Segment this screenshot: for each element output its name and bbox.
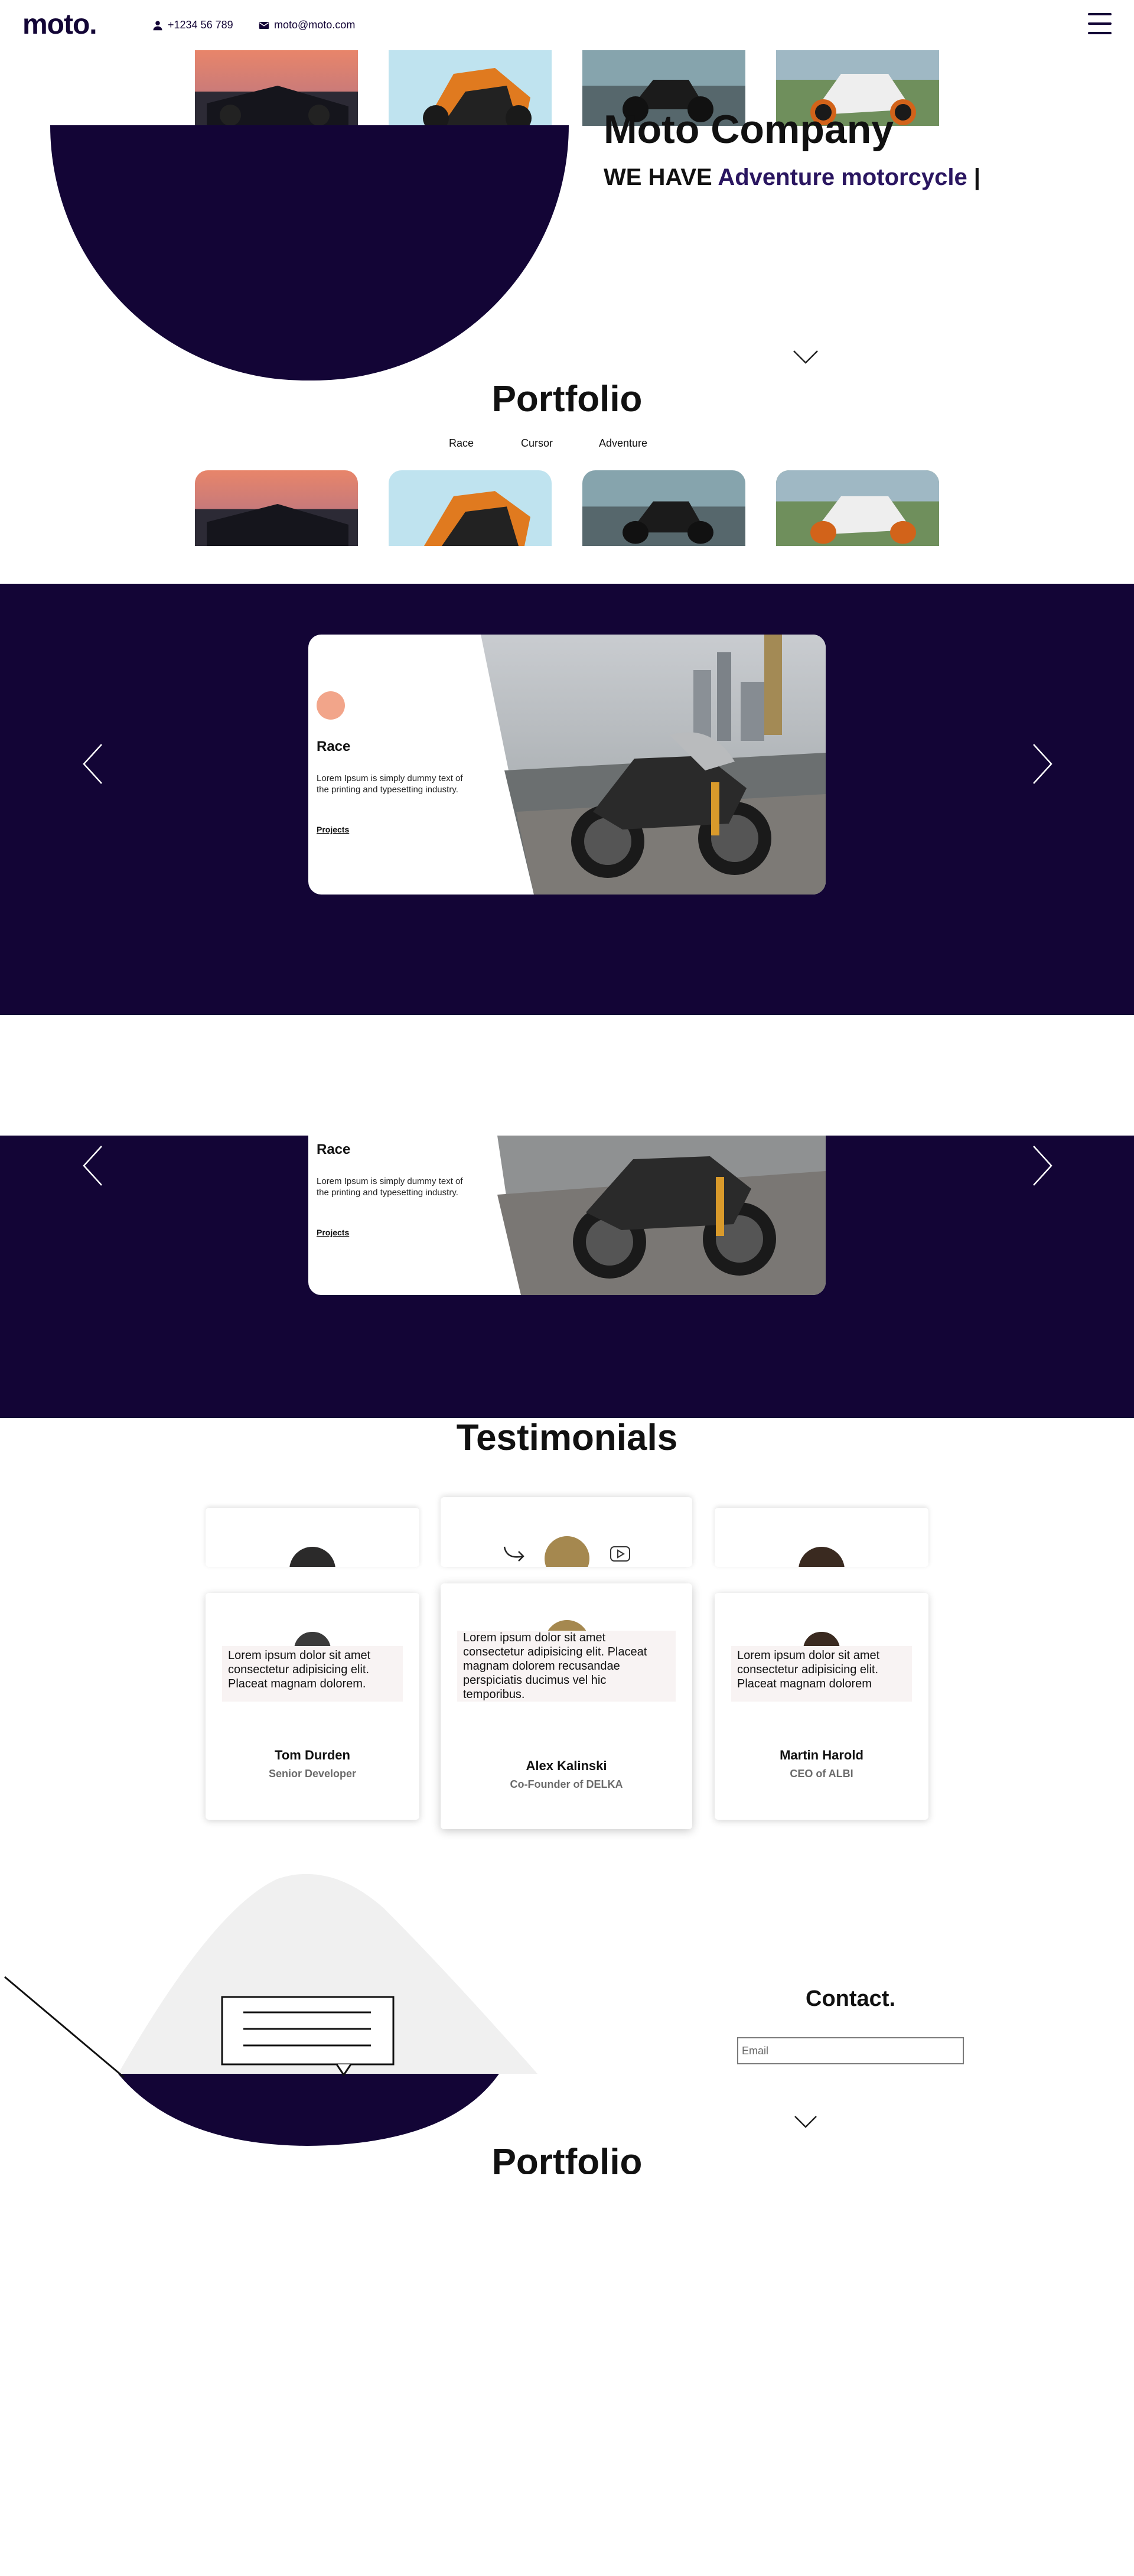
card-projects-link[interactable]: Projects [317,825,349,834]
portfolio-item-race[interactable] [195,470,358,546]
testimonial-quote: Lorem ipsum dolor sit amet consectetur a… [222,1646,403,1702]
portfolio-filters: Race Cursor Adventure [449,437,647,450]
testimonial-role: Senior Developer [268,1768,357,1780]
contact-chevron-down-icon[interactable] [794,2115,817,2129]
slider-card-top[interactable]: Race Lorem Ipsum is simply dummy text of… [308,635,826,895]
card2-projects-link[interactable]: Projects [317,1228,349,1237]
logo[interactable]: moto. [22,8,97,41]
avatar [799,1547,845,1567]
footer-peek: Portfolio [0,2141,1134,2174]
portfolio-title: Portfolio [491,379,643,419]
slider2-prev-arrow-icon[interactable] [82,1145,105,1186]
card-title: Race [317,739,351,754]
email-input[interactable] [737,2037,964,2064]
email-contact[interactable]: moto@moto.com [259,19,355,31]
testimonial-role: Co-Founder of DELKA [510,1778,623,1790]
thumb-orange-sport[interactable] [389,50,552,126]
card2-text: Lorem Ipsum is simply dummy text of the … [317,1176,463,1198]
contact-illustration [4,1874,537,2146]
testimonial-card-3: Lorem ipsum dolor sit amet consectetur a… [715,1593,928,1820]
mail-icon [259,21,269,29]
portfolio-item-sport[interactable] [776,470,939,546]
share-arrow-icon [503,1546,524,1562]
person-icon [153,21,162,30]
slider-next-arrow-icon[interactable] [1030,743,1054,785]
testimonial-ghost-card-1 [206,1508,419,1567]
slider-prev-arrow-icon[interactable] [82,743,105,785]
phone-number: +1234 56 789 [168,19,233,31]
hero-half-circle [50,125,569,380]
thumb-race-sunset[interactable] [195,50,358,126]
avatar [289,1547,335,1567]
card2-title: Race [317,1141,351,1157]
typing-cursor: | [967,164,980,190]
testimonial-role: CEO of ALBI [790,1768,853,1780]
avatar [545,1536,589,1567]
hero-subtitle: WE HAVE Adventure motorcycle | [604,164,980,191]
youtube-icon [610,1546,630,1562]
card-text: Lorem Ipsum is simply dummy text of the … [317,773,463,795]
hero-subtitle-accent: Adventure motorcycle [718,164,967,190]
testimonials-title: Testimonials [456,1417,678,1458]
testimonial-name: Martin Harold [780,1748,863,1762]
filter-adventure[interactable]: Adventure [599,437,647,450]
filter-cursor[interactable]: Cursor [521,437,599,450]
testimonial-card-1: Lorem ipsum dolor sit amet consectetur a… [206,1593,419,1820]
phone-contact[interactable]: +1234 56 789 [152,19,233,31]
contact-title: Contact. [806,1986,895,2011]
testimonial-ghost-card-2 [441,1497,692,1567]
hero-subtitle-prefix: WE HAVE [604,164,718,190]
testimonial-quote: Lorem ipsum dolor sit amet consectetur a… [731,1646,912,1702]
card-peach-dot [317,691,345,720]
card-photo-cafe-racer [481,635,826,895]
testimonial-name: Tom Durden [275,1748,350,1762]
menu-button[interactable] [1087,12,1113,35]
testimonial-ghost-card-3 [715,1508,928,1567]
footer-portfolio-title: Portfolio [491,2142,643,2174]
testimonial-card-2: Lorem ipsum dolor sit amet consectetur a… [441,1583,692,1829]
filter-race[interactable]: Race [449,437,521,450]
hero-title: Moto Company [604,107,894,152]
card2-photo-cafe-racer [497,1136,826,1295]
email-address: moto@moto.com [274,19,356,31]
testimonial-quote: Lorem ipsum dolor sit amet consectetur a… [457,1631,676,1702]
portfolio-item-adventure[interactable] [582,470,745,546]
chat-bubble-icon [221,1996,395,2077]
portfolio-item-cursor[interactable] [389,470,552,546]
slider-card-bottom[interactable]: Race Lorem Ipsum is simply dummy text of… [308,1136,826,1295]
slider2-next-arrow-icon[interactable] [1030,1145,1054,1186]
scroll-down-chevron-icon[interactable] [793,350,819,365]
testimonial-name: Alex Kalinski [526,1758,607,1773]
